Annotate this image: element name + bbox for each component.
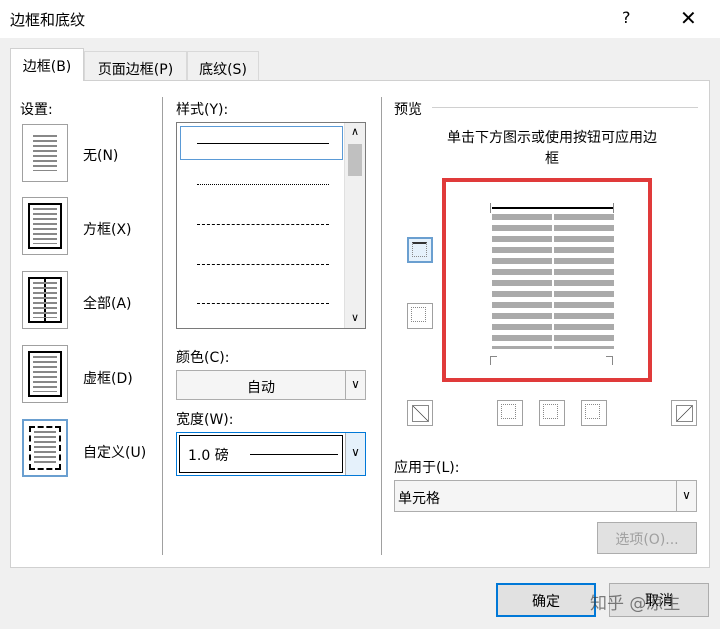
setting-box-label[interactable]: 方框(X) bbox=[83, 219, 132, 239]
help-button[interactable]: ? bbox=[622, 8, 631, 27]
style-option-dashed[interactable] bbox=[197, 264, 329, 265]
ok-button[interactable]: 确定 bbox=[496, 583, 596, 617]
preview-top-border bbox=[492, 207, 613, 209]
setting-all-label[interactable]: 全部(A) bbox=[83, 293, 132, 313]
chevron-down-icon: ∨ bbox=[345, 433, 365, 475]
width-select[interactable]: 1.0 磅 ∨ bbox=[176, 432, 366, 476]
diagonal-down-button[interactable] bbox=[671, 400, 697, 426]
apply-to-value: 单元格 bbox=[398, 491, 440, 507]
settings-label: 设置: bbox=[20, 102, 53, 118]
color-value: 自动 bbox=[247, 380, 275, 396]
setting-custom-icon[interactable] bbox=[22, 419, 68, 477]
setting-none-label[interactable]: 无(N) bbox=[83, 145, 118, 165]
apply-to-label: 应用于(L): bbox=[394, 460, 460, 476]
border-inside-h-button[interactable] bbox=[407, 303, 433, 329]
style-option-solid[interactable] bbox=[197, 143, 329, 144]
options-button[interactable]: 选项(O)... bbox=[597, 522, 697, 554]
tab-shading[interactable]: 底纹(S) bbox=[187, 51, 259, 81]
preview-area[interactable] bbox=[442, 178, 652, 382]
tab-page-borders[interactable]: 页面边框(P) bbox=[84, 51, 187, 81]
title-bar bbox=[0, 0, 720, 38]
diagonal-down-icon bbox=[676, 405, 693, 422]
scroll-down-icon[interactable]: ∨ bbox=[345, 311, 365, 324]
tab-borders[interactable]: 边框(B) bbox=[10, 48, 84, 81]
setting-all-icon[interactable] bbox=[22, 271, 68, 329]
style-label: 样式(Y): bbox=[176, 102, 229, 118]
corner-mark bbox=[606, 356, 613, 365]
apply-to-select[interactable]: 单元格 ∨ bbox=[394, 480, 697, 512]
setting-custom-label[interactable]: 自定义(U) bbox=[83, 442, 146, 462]
style-option-dotted[interactable] bbox=[197, 184, 329, 185]
color-label: 颜色(C): bbox=[176, 350, 230, 366]
border-top-button[interactable] bbox=[407, 237, 433, 263]
scroll-thumb[interactable] bbox=[348, 144, 362, 176]
scroll-up-icon[interactable]: ∧ bbox=[345, 125, 365, 138]
preview-hint: 单击下方图示或使用按钮可应用边框 bbox=[447, 130, 657, 167]
setting-grid-label[interactable]: 虚框(D) bbox=[83, 368, 133, 388]
diagonal-up-button[interactable] bbox=[407, 400, 433, 426]
style-scrollbar[interactable]: ∧ ∨ bbox=[344, 123, 365, 328]
corner-mark bbox=[613, 203, 618, 213]
color-select[interactable]: 自动 ∨ bbox=[176, 370, 366, 400]
width-line-sample bbox=[250, 454, 338, 455]
corner-mark bbox=[490, 203, 495, 213]
border-inside-v-button[interactable] bbox=[539, 400, 565, 426]
width-label: 宽度(W): bbox=[176, 412, 234, 428]
divider bbox=[381, 97, 382, 555]
border-left-button[interactable] bbox=[497, 400, 523, 426]
style-option-dashed-fine[interactable] bbox=[197, 224, 329, 225]
style-list[interactable]: ∧ ∨ bbox=[176, 122, 366, 329]
setting-grid-icon[interactable] bbox=[22, 345, 68, 403]
chevron-down-icon: ∨ bbox=[345, 371, 365, 399]
watermark: 知乎 @凉生 bbox=[590, 594, 681, 614]
chevron-down-icon: ∨ bbox=[676, 481, 696, 511]
setting-box-icon[interactable] bbox=[22, 197, 68, 255]
dialog-title: 边框和底纹 bbox=[10, 11, 86, 29]
diagonal-up-icon bbox=[412, 405, 429, 422]
preview-text-left bbox=[492, 214, 552, 349]
setting-none-icon[interactable] bbox=[22, 124, 68, 182]
border-right-button[interactable] bbox=[581, 400, 607, 426]
width-value: 1.0 磅 bbox=[188, 448, 229, 464]
divider bbox=[162, 97, 163, 555]
corner-mark bbox=[490, 356, 497, 365]
preview-label: 预览 bbox=[394, 102, 422, 118]
close-button[interactable]: ✕ bbox=[680, 6, 697, 30]
preview-text-right bbox=[554, 214, 614, 349]
style-option-dash-dot[interactable] bbox=[197, 303, 329, 304]
preview-separator bbox=[432, 107, 698, 108]
